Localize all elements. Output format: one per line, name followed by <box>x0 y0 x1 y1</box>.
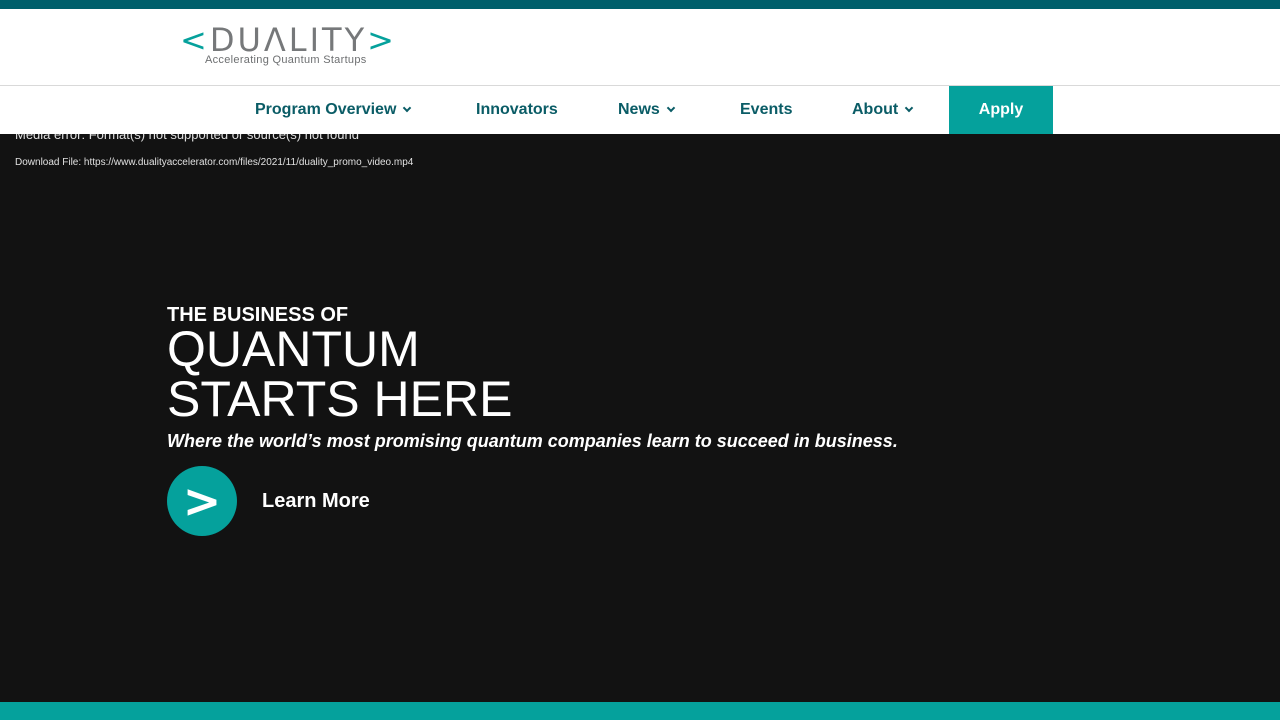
nav-item-label: Program Overview <box>255 101 397 118</box>
nav-item-label: News <box>618 101 660 118</box>
learn-more-label[interactable]: Learn More <box>262 490 370 513</box>
nav-item-events[interactable]: Events <box>740 86 792 134</box>
chevron-down-icon <box>403 103 412 113</box>
hero-subtitle: Where the world’s most promising quantum… <box>167 431 898 451</box>
arrow-right-icon[interactable]: > <box>167 466 237 536</box>
duality-logo[interactable]: <DUΛLITY> Accelerating Quantum Startups <box>180 24 406 70</box>
nav-item-label: About <box>852 101 899 118</box>
nav-item-label: Events <box>740 101 793 118</box>
logo-tagline: Accelerating Quantum Startups <box>205 54 367 66</box>
download-file-link[interactable]: Download File: https://www.dualityaccele… <box>15 157 413 168</box>
main-nav: Program Overview Innovators News Events … <box>0 86 1280 134</box>
site-header: <DUΛLITY> Accelerating Quantum Startups <box>0 9 1280 86</box>
nav-item-news[interactable]: News <box>618 86 676 134</box>
chevron-down-icon <box>666 103 676 113</box>
logo-wordmark: <DUΛLITY> <box>180 24 397 56</box>
chevron-down-icon <box>904 103 914 113</box>
nav-item-label: Innovators <box>476 101 558 118</box>
apply-button[interactable]: Apply <box>949 86 1053 134</box>
hero-headline-line2: STARTS HERE <box>167 371 513 427</box>
top-accent-bar <box>0 0 1280 9</box>
hero-headline-line1: QUANTUM <box>167 321 420 377</box>
nav-item-innovators[interactable]: Innovators <box>476 86 558 134</box>
learn-more-button[interactable]: > Learn More <box>167 466 370 536</box>
nav-item-about[interactable]: About <box>852 86 914 134</box>
logo-close-bracket: > <box>367 21 397 59</box>
bottom-accent-bar <box>0 702 1280 720</box>
nav-item-program-overview[interactable]: Program Overview <box>255 86 412 134</box>
